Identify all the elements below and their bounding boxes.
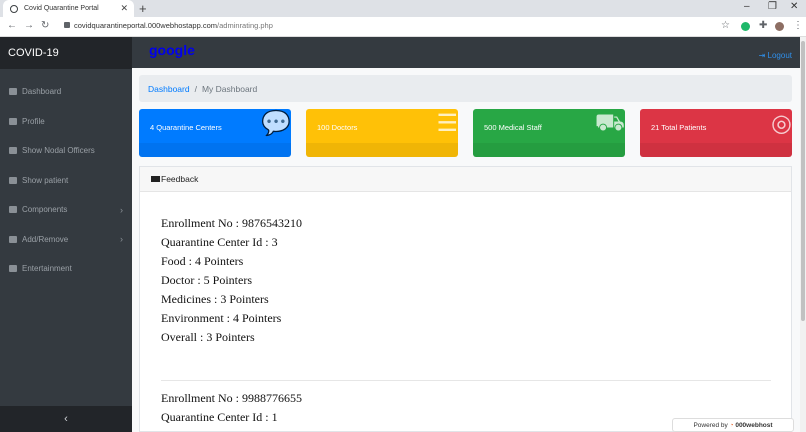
extensions-icon[interactable]: ✚ <box>759 20 767 31</box>
tab-title: Covid Quarantine Portal <box>24 5 99 12</box>
bookmark-star-icon[interactable]: ☆ <box>721 20 730 31</box>
google-logo[interactable]: google <box>149 42 195 58</box>
url-field[interactable]: covidquarantineportal.000webhostapp.com/… <box>74 21 273 30</box>
quarantine-center-id: Quarantine Center Id : 1 <box>161 410 278 424</box>
webhost-logo-icon: ◔ <box>729 421 734 429</box>
area-chart-icon <box>151 176 160 182</box>
medicines-rating: Medicines : 3 Pointers <box>161 292 269 306</box>
scrollbar-thumb[interactable] <box>801 41 805 321</box>
feedback-record: Enrollment No : 9876543210 Quarantine Ce… <box>161 214 302 347</box>
reload-icon[interactable]: ↻ <box>41 20 49 31</box>
table-icon <box>9 117 17 125</box>
back-icon[interactable]: ← <box>7 20 17 31</box>
feedback-header: Feedback <box>140 167 791 192</box>
overall-rating: Overall : 3 Pointers <box>161 330 255 344</box>
new-tab-icon[interactable]: + <box>139 1 147 16</box>
sidebar-item-dashboard[interactable]: Dashboard <box>0 77 132 107</box>
card-footer[interactable] <box>473 143 625 157</box>
lock-icon[interactable] <box>64 22 70 28</box>
breadcrumb-current: My Dashboard <box>201 83 258 94</box>
sidebar-item-profile[interactable]: Profile <box>0 107 132 137</box>
lifebuoy-icon: ◎ <box>771 110 792 137</box>
sidebar: COVID-19 Dashboard Profile Show Nodal Of… <box>0 37 132 432</box>
card-doctors[interactable]: ☰ 100 Doctors <box>306 109 458 157</box>
globe-icon <box>10 4 18 13</box>
enrollment-no: Enrollment No : 9988776655 <box>161 391 302 405</box>
sidebar-item-add-remove[interactable]: Add/Remove › <box>0 225 132 255</box>
powered-by-badge[interactable]: Powered by ◔ 000webhost <box>672 418 794 432</box>
browser-tab[interactable]: Covid Quarantine Portal ✕ <box>3 0 134 17</box>
environment-rating: Environment : 4 Pointers <box>161 311 282 325</box>
comments-icon: 💬 <box>261 110 291 137</box>
minimize-icon[interactable]: – <box>744 1 750 12</box>
card-quarantine-centers[interactable]: 💬 4 Quarantine Centers <box>139 109 291 157</box>
chevron-right-icon: › <box>120 234 123 245</box>
card-total-patients[interactable]: ◎ 21 Total Patients <box>640 109 792 157</box>
breadcrumb: Dashboard / My Dashboard <box>139 75 792 102</box>
grammarly-icon[interactable] <box>741 22 750 31</box>
dashboard-icon <box>9 88 17 96</box>
feedback-record: Enrollment No : 9988776655 Quarantine Ce… <box>161 389 302 427</box>
table-icon <box>9 147 17 155</box>
top-navbar: google ⇥ Logout <box>132 37 800 68</box>
logout-button[interactable]: ⇥ Logout <box>759 51 792 60</box>
avatar[interactable] <box>775 22 784 31</box>
close-window-icon[interactable]: ✕ <box>790 1 798 12</box>
forward-icon[interactable]: → <box>24 20 34 31</box>
divider <box>161 380 771 381</box>
sidebar-collapse-button[interactable]: ‹ <box>0 406 132 432</box>
restore-icon[interactable]: ❐ <box>768 1 777 12</box>
browser-tab-strip: Covid Quarantine Portal ✕ + – ❐ ✕ <box>0 0 806 17</box>
file-icon <box>9 235 17 243</box>
menu-icon[interactable]: ⋮ <box>793 20 803 31</box>
enrollment-no: Enrollment No : 9876543210 <box>161 216 302 230</box>
card-footer[interactable] <box>306 143 458 157</box>
card-footer[interactable] <box>640 143 792 157</box>
cart-icon: ⛟ <box>594 109 625 136</box>
breadcrumb-dashboard-link[interactable]: Dashboard <box>148 84 190 94</box>
food-rating: Food : 4 Pointers <box>161 254 244 268</box>
sidebar-item-nodal-officers[interactable]: Show Nodal Officers <box>0 136 132 166</box>
address-bar: ← → ↻ covidquarantineportal.000webhostap… <box>0 17 806 37</box>
sidebar-item-components[interactable]: Components › <box>0 195 132 225</box>
sidebar-item-entertainment[interactable]: Entertainment <box>0 254 132 284</box>
wrench-icon <box>9 206 17 214</box>
main-content: Dashboard / My Dashboard 💬 4 Quarantine … <box>132 68 800 432</box>
table-icon <box>9 176 17 184</box>
sidebar-item-patient[interactable]: Show patient <box>0 166 132 196</box>
brand[interactable]: COVID-19 <box>0 37 132 69</box>
quarantine-center-id: Quarantine Center Id : 3 <box>161 235 278 249</box>
close-tab-icon[interactable]: ✕ <box>120 3 128 14</box>
chevron-right-icon: › <box>120 204 123 215</box>
card-medical-staff[interactable]: ⛟ 500 Medical Staff <box>473 109 625 157</box>
list-icon: ☰ <box>436 110 458 137</box>
link-icon <box>9 265 17 273</box>
doctor-rating: Doctor : 5 Pointers <box>161 273 252 287</box>
card-footer[interactable] <box>139 143 291 157</box>
page-scrollbar[interactable] <box>800 37 806 432</box>
feedback-panel: Feedback Enrollment No : 9876543210 Quar… <box>139 166 792 432</box>
